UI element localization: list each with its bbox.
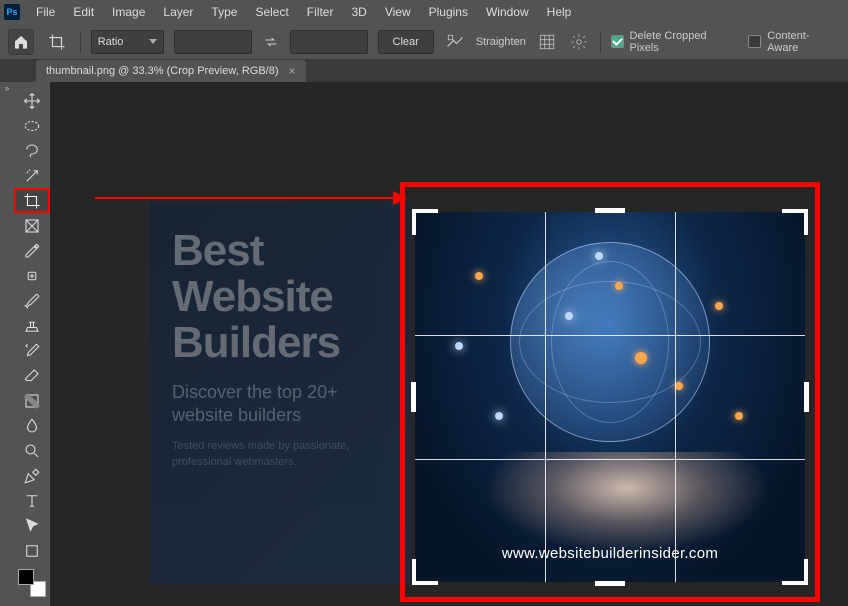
crop-handle-top-left[interactable] xyxy=(412,209,438,235)
lasso-tool[interactable] xyxy=(14,138,50,163)
crop-grid-line xyxy=(675,212,676,582)
globe-graphic xyxy=(510,242,710,442)
crop-grid-line xyxy=(415,459,805,460)
watermark-text: www.websitebuilderinsider.com xyxy=(415,545,805,562)
chevron-down-icon xyxy=(149,39,157,44)
menu-layer[interactable]: Layer xyxy=(155,3,201,21)
clear-button[interactable]: Clear xyxy=(378,30,434,54)
menu-image[interactable]: Image xyxy=(104,3,153,21)
crop-preview-content: www.websitebuilderinsider.com xyxy=(415,212,805,582)
ratio-label: Ratio xyxy=(98,36,124,48)
artwork-body: Tested reviews made by passionate, profe… xyxy=(172,439,388,470)
healing-brush-tool[interactable] xyxy=(14,263,50,288)
pen-tool[interactable] xyxy=(14,463,50,488)
crop-handle-bottom-right[interactable] xyxy=(782,559,808,585)
magic-wand-tool[interactable] xyxy=(14,163,50,188)
annotation-arrow xyxy=(95,197,405,199)
history-brush-tool[interactable] xyxy=(14,338,50,363)
content-aware-checkbox[interactable]: Content-Aware xyxy=(748,30,840,54)
crop-width-input[interactable] xyxy=(174,30,252,54)
menu-edit[interactable]: Edit xyxy=(65,3,102,21)
crop-grid-line xyxy=(545,212,546,582)
move-tool[interactable] xyxy=(14,88,50,113)
menu-type[interactable]: Type xyxy=(203,3,245,21)
crop-handle-bottom-left[interactable] xyxy=(412,559,438,585)
color-swatches[interactable] xyxy=(18,569,46,597)
straighten-icon[interactable] xyxy=(444,31,466,53)
menu-select[interactable]: Select xyxy=(247,3,296,21)
menu-bar: Ps File Edit Image Layer Type Select Fil… xyxy=(0,0,848,24)
shape-tool[interactable] xyxy=(14,538,50,563)
crop-tool[interactable] xyxy=(14,188,50,213)
crop-selection[interactable]: www.websitebuilderinsider.com xyxy=(415,212,805,582)
crop-handle-top[interactable] xyxy=(595,208,625,213)
crop-handle-top-right[interactable] xyxy=(782,209,808,235)
menu-view[interactable]: View xyxy=(377,3,419,21)
home-button[interactable] xyxy=(8,29,34,55)
document-tab[interactable]: thumbnail.png @ 33.3% (Crop Preview, RGB… xyxy=(36,60,306,82)
crop-handle-right[interactable] xyxy=(804,382,809,412)
eyedropper-tool[interactable] xyxy=(14,238,50,263)
brush-tool[interactable] xyxy=(14,288,50,313)
gradient-tool[interactable] xyxy=(14,388,50,413)
tool-palette xyxy=(14,82,50,606)
crop-grid-line xyxy=(415,335,805,336)
menu-plugins[interactable]: Plugins xyxy=(421,3,476,21)
crop-height-input[interactable] xyxy=(290,30,368,54)
toolbar-collapse-toggle[interactable]: » xyxy=(0,82,14,606)
canvas[interactable]: Best Website Builders Discover the top 2… xyxy=(50,82,848,606)
delete-cropped-pixels-checkbox[interactable]: Delete Cropped Pixels xyxy=(611,30,739,54)
menu-window[interactable]: Window xyxy=(478,3,537,21)
content-aware-label: Content-Aware xyxy=(767,30,840,54)
type-tool[interactable] xyxy=(14,488,50,513)
dodge-tool[interactable] xyxy=(14,438,50,463)
menu-filter[interactable]: Filter xyxy=(299,3,342,21)
eraser-tool[interactable] xyxy=(14,363,50,388)
artwork-title: Best Website Builders xyxy=(172,228,388,367)
crop-tool-indicator-icon xyxy=(44,29,70,55)
menu-help[interactable]: Help xyxy=(539,3,580,21)
divider xyxy=(600,31,601,53)
crop-handle-left[interactable] xyxy=(411,382,416,412)
aspect-ratio-dropdown[interactable]: Ratio xyxy=(91,30,165,54)
clone-stamp-tool[interactable] xyxy=(14,313,50,338)
straighten-label: Straighten xyxy=(476,36,526,48)
arrow-head-icon xyxy=(393,191,407,205)
options-bar: Ratio Clear Straighten Delete Cropped Pi… xyxy=(0,24,848,60)
divider xyxy=(80,31,81,53)
artwork-subtitle: Discover the top 20+ website builders xyxy=(172,381,388,428)
document-tab-title: thumbnail.png @ 33.3% (Crop Preview, RGB… xyxy=(46,65,279,77)
checkbox-icon xyxy=(748,35,761,48)
crop-handle-bottom[interactable] xyxy=(595,581,625,586)
menu-3d[interactable]: 3D xyxy=(343,3,374,21)
frame-tool[interactable] xyxy=(14,213,50,238)
close-tab-button[interactable]: × xyxy=(289,64,296,78)
settings-gear-icon[interactable] xyxy=(568,31,590,53)
photoshop-logo-icon: Ps xyxy=(4,4,20,20)
foreground-color-swatch[interactable] xyxy=(18,569,34,585)
document-tab-bar: thumbnail.png @ 33.3% (Crop Preview, RGB… xyxy=(0,60,848,82)
checkbox-checked-icon xyxy=(611,35,624,48)
swap-dimensions-button[interactable] xyxy=(262,33,280,51)
delete-cropped-label: Delete Cropped Pixels xyxy=(630,30,739,54)
path-selection-tool[interactable] xyxy=(14,513,50,538)
grid-overlay-button[interactable] xyxy=(536,31,558,53)
cropped-out-region: Best Website Builders Discover the top 2… xyxy=(150,202,410,584)
blur-tool[interactable] xyxy=(14,413,50,438)
marquee-tool[interactable] xyxy=(14,113,50,138)
menu-file[interactable]: File xyxy=(28,3,63,21)
